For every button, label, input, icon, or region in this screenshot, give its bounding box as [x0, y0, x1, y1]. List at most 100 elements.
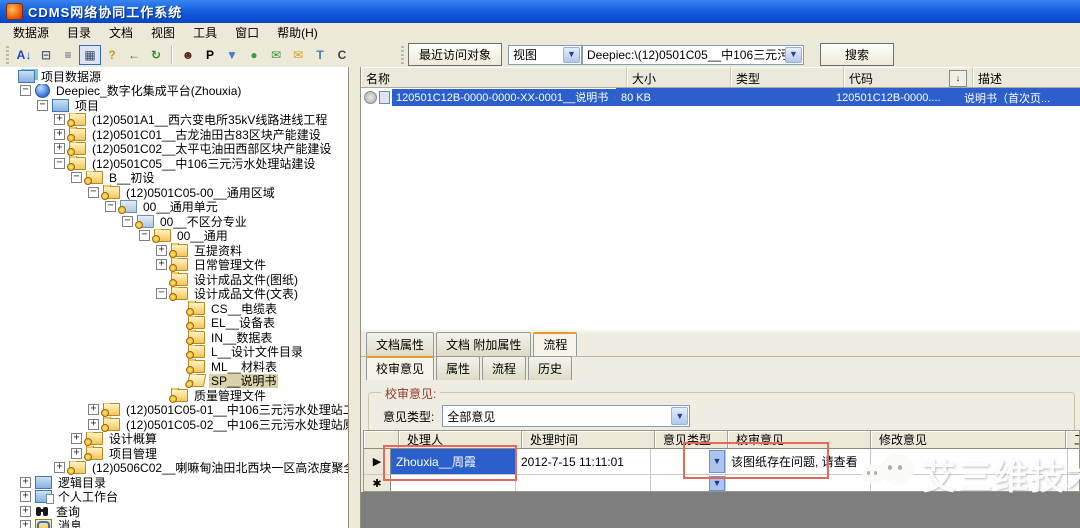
expand-icon[interactable]: +: [54, 128, 65, 140]
column-header-名称[interactable]: 名称: [361, 67, 627, 87]
tree-item[interactable]: + 个人工作台: [0, 490, 348, 504]
expand-icon[interactable]: +: [156, 259, 167, 271]
cell-意见类型[interactable]: ▼: [651, 449, 726, 475]
chevron-down-icon[interactable]: ▼: [785, 46, 803, 63]
tab-历史[interactable]: 历史: [528, 356, 573, 380]
tree-item[interactable]: − 设计成品文件(文表): [0, 286, 348, 301]
column-header-类型[interactable]: 类型: [731, 67, 844, 87]
tree-item[interactable]: + (12)0501C02__太平屯油田西部区块产能建设: [0, 141, 348, 156]
cell-处理时间[interactable]: 2012-7-15 11:11:01: [516, 449, 651, 475]
tree-item[interactable]: + 逻辑目录: [0, 475, 348, 490]
tree-item[interactable]: − (12)0501C05__中106三元污水处理站建设: [0, 156, 348, 171]
tree-item[interactable]: + 消息: [0, 519, 348, 528]
tree-item[interactable]: + 查询: [0, 504, 348, 519]
tree-item[interactable]: + 设计概算: [0, 431, 348, 446]
expand-icon[interactable]: +: [54, 114, 65, 126]
refresh-icon[interactable]: ↻: [145, 45, 167, 65]
tree-item[interactable]: + (12)0506C02__喇嘛甸油田北西块一区高浓度聚全物驱产能: [0, 460, 348, 475]
tab-流程[interactable]: 流程: [533, 332, 578, 356]
tree-item[interactable]: IN__数据表: [0, 330, 348, 345]
menu-item-数据源[interactable]: 数据源: [4, 22, 58, 43]
chevron-down-icon[interactable]: ▼: [671, 407, 689, 425]
column-header-处理时间[interactable]: 处理时间: [522, 431, 655, 449]
cell-校审意见[interactable]: [726, 475, 871, 491]
tree-item[interactable]: + 日常管理文件: [0, 257, 348, 272]
expand-icon[interactable]: +: [71, 433, 82, 445]
chevron-down-icon[interactable]: ▼: [709, 476, 725, 491]
tree-item[interactable]: L__设计文件目录: [0, 344, 348, 359]
tree-item[interactable]: 设计成品文件(图纸): [0, 272, 348, 287]
toolbar-grip[interactable]: [6, 45, 9, 64]
collapse-icon[interactable]: −: [20, 85, 31, 97]
table-row[interactable]: ✱ ▼: [364, 475, 1079, 491]
cell-校审意见[interactable]: 该图纸存在问题, 请查看: [726, 449, 871, 475]
column-icon[interactable]: T: [309, 45, 331, 65]
column-header-大小[interactable]: 大小: [627, 67, 731, 87]
tree-item[interactable]: 项目数据源: [0, 69, 348, 84]
filter-icon[interactable]: ▼: [221, 45, 243, 65]
expand-icon[interactable]: +: [20, 505, 31, 517]
grid-view-icon[interactable]: ▦: [79, 44, 101, 65]
menu-item-窗口[interactable]: 窗口: [226, 22, 268, 43]
tab-属性[interactable]: 属性: [436, 356, 481, 380]
file-row-selected[interactable]: 120501C12B-0000-0000-XX-0001__说明书（ ... 80…: [361, 88, 1080, 106]
collapse-icon[interactable]: −: [139, 230, 150, 242]
cell-修改意见[interactable]: [871, 449, 1068, 475]
path-combobox[interactable]: Deepiec:\(12)0501C05__中106三元污水 ▼: [582, 44, 805, 65]
collapse-icon[interactable]: −: [71, 172, 82, 184]
tab-文档属性[interactable]: 文档属性: [366, 332, 435, 356]
tree-item[interactable]: − 00__通用单元: [0, 200, 348, 214]
tree-item[interactable]: − 00__通用: [0, 228, 348, 243]
menu-item-工具[interactable]: 工具: [184, 22, 226, 43]
column-header-修改意见[interactable]: 修改意见: [871, 431, 1066, 449]
tree-item[interactable]: SP__说明书: [0, 373, 348, 388]
panel-splitter[interactable]: [349, 67, 361, 528]
cell-处理时间[interactable]: [516, 475, 651, 491]
help-icon[interactable]: ?: [101, 45, 123, 65]
expand-icon[interactable]: +: [54, 143, 65, 155]
hierarchy-view-icon[interactable]: ⊟: [35, 45, 57, 65]
tab-流程[interactable]: 流程: [482, 356, 527, 380]
tab-文档 附加属性[interactable]: 文档 附加属性: [436, 332, 532, 356]
sort-name-icon[interactable]: A↓: [13, 45, 35, 65]
collapse-icon[interactable]: −: [54, 157, 65, 169]
list-view-icon[interactable]: ≡: [57, 45, 79, 65]
expand-icon[interactable]: +: [20, 491, 31, 503]
tree-item[interactable]: + (12)0501C05-02__中106三元污水处理站原水管道工: [0, 417, 348, 432]
expand-icon[interactable]: +: [71, 447, 82, 459]
view-combobox[interactable]: 视图 ▼: [508, 44, 583, 65]
mail-send-icon[interactable]: ✉: [287, 45, 309, 65]
tree-item[interactable]: − 项目: [0, 98, 348, 113]
mail-receive-icon[interactable]: ✉: [265, 45, 287, 65]
tree-item[interactable]: + 互提资料: [0, 243, 348, 258]
user-icon[interactable]: ☻: [177, 45, 199, 65]
chevron-down-icon[interactable]: ▼: [563, 46, 581, 63]
expand-icon[interactable]: +: [20, 520, 31, 528]
sort-descending-icon[interactable]: ↓: [949, 69, 967, 87]
properties-icon[interactable]: P: [199, 45, 221, 65]
back-icon[interactable]: ←: [123, 45, 145, 65]
tree-item[interactable]: + 项目管理: [0, 446, 348, 461]
column-header-代码[interactable]: 代码 ↓: [844, 67, 973, 87]
expand-icon[interactable]: +: [156, 244, 167, 256]
recent-objects-button[interactable]: 最近访问对象: [408, 43, 503, 66]
tab-校审意见[interactable]: 校审意见: [366, 356, 435, 380]
tree-item[interactable]: + (12)0501C01__古龙油田古83区块产能建设: [0, 127, 348, 142]
cell-处理人[interactable]: Zhouxia__周霞: [391, 449, 516, 475]
expand-icon[interactable]: +: [88, 418, 99, 430]
column-header-意见类型[interactable]: 意见类型: [655, 431, 728, 449]
cell-意见类型[interactable]: ▼: [651, 475, 726, 491]
tree-item[interactable]: ML__材料表: [0, 359, 348, 374]
cell-处理人[interactable]: [391, 475, 516, 491]
expand-icon[interactable]: +: [20, 476, 31, 488]
expand-icon[interactable]: +: [54, 462, 65, 474]
chevron-down-icon[interactable]: ▼: [709, 450, 725, 473]
tree-item[interactable]: − (12)0501C05-00__通用区域: [0, 185, 348, 200]
column-header-描述[interactable]: 描述: [973, 67, 1080, 87]
menu-item-视图[interactable]: 视图: [142, 22, 184, 43]
file-list-empty-area[interactable]: [361, 106, 1080, 330]
tree-item[interactable]: CS__电缆表: [0, 301, 348, 316]
link-icon[interactable]: C: [331, 45, 353, 65]
toolbar-grip-2[interactable]: [401, 45, 404, 64]
tree-item[interactable]: + (12)0501A1__西六变电所35kV线路进线工程: [0, 112, 348, 127]
